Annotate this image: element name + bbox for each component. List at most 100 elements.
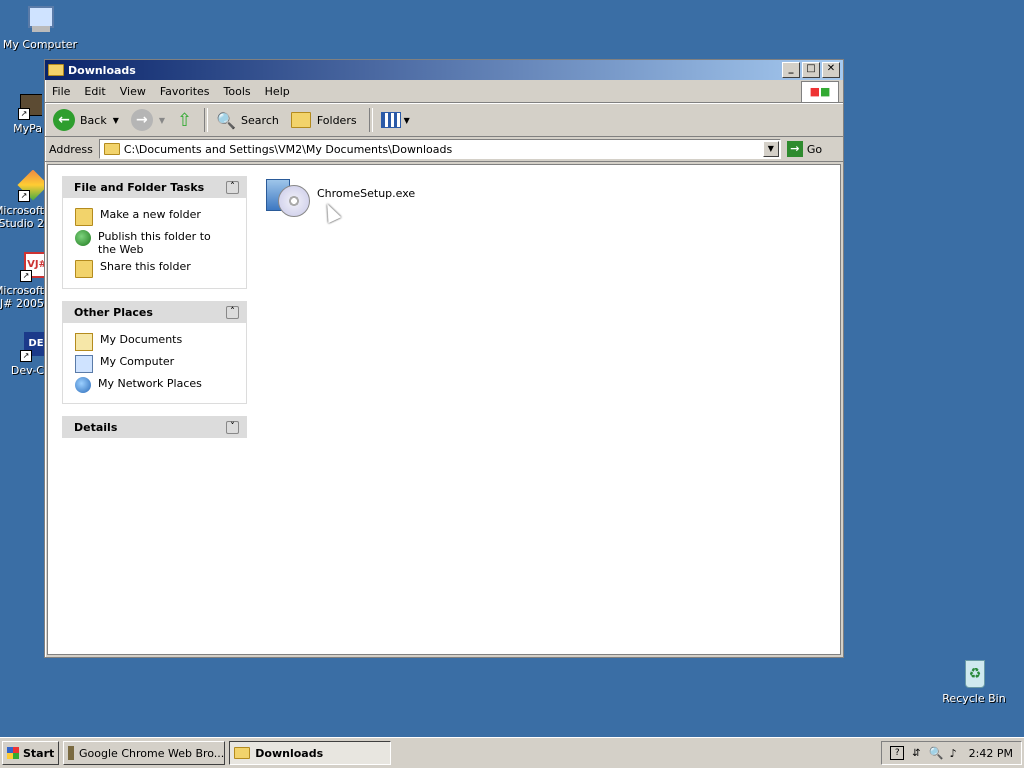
menu-favorites[interactable]: Favorites: [153, 85, 217, 98]
menu-view[interactable]: View: [113, 85, 153, 98]
link-label: Publish this folder to the Web: [98, 230, 211, 256]
desktop-icon-label: My Computer: [2, 38, 78, 51]
visual-studio-icon: ↗: [17, 170, 44, 202]
make-new-folder-link[interactable]: Make a new folder: [75, 208, 246, 226]
link-label: My Documents: [100, 333, 183, 346]
network-icon[interactable]: ⇵: [912, 748, 920, 759]
windows-logo-icon: [7, 747, 19, 759]
installer-cd-icon: [264, 169, 312, 217]
expand-icon[interactable]: ˅: [226, 420, 239, 434]
folder-icon: [234, 747, 251, 759]
network-icon: [75, 377, 91, 393]
search-button[interactable]: 🔍 Search: [212, 109, 283, 132]
devcpp-icon: DE ↗: [20, 330, 44, 362]
computer-icon: [75, 355, 93, 373]
panel-header[interactable]: Details ˅: [62, 416, 247, 438]
my-network-places-link[interactable]: My Network Places: [75, 377, 246, 393]
menu-file[interactable]: File: [45, 85, 77, 98]
desktop-icon-jsharp[interactable]: VJ# ↗ Microsoft J# 2005: [0, 250, 44, 310]
details-panel: Details ˅: [62, 416, 247, 438]
toolbar-separator: [204, 108, 209, 132]
forward-button[interactable]: → ▼: [127, 107, 169, 133]
panel-title: Details: [74, 420, 118, 434]
address-dropdown-button[interactable]: ▼: [762, 141, 779, 157]
go-arrow-icon: →: [786, 141, 803, 157]
task-label: Google Chrome Web Bro...: [79, 746, 225, 760]
desktop-icon-mypa[interactable]: ↗ MyPa: [0, 88, 42, 135]
panel-body: Make a new folder Publish this folder to…: [62, 198, 247, 289]
title-bar[interactable]: Downloads _ □ ✕: [45, 60, 843, 80]
folders-icon: [290, 112, 311, 128]
help-icon[interactable]: ?: [890, 746, 905, 760]
taskbar: Start Google Chrome Web Bro... Downloads…: [0, 737, 1024, 768]
volume-icon[interactable]: ♪: [950, 747, 957, 760]
my-documents-link[interactable]: My Documents: [75, 333, 246, 351]
go-button[interactable]: → Go: [786, 141, 823, 157]
link-label: Make a new folder: [100, 208, 201, 221]
recycle-bin-icon: ♻: [958, 658, 990, 690]
views-icon: [380, 112, 401, 128]
pictures-icon: ↗: [18, 88, 42, 120]
close-button[interactable]: ✕: [822, 62, 840, 78]
toolbar: ← Back ▼ → ▼ ⇧ 🔍 Search Folders ▼: [45, 103, 843, 137]
panel-title: File and Folder Tasks: [74, 180, 205, 194]
search-label: Search: [241, 113, 279, 127]
desktop-icon-visual-studio[interactable]: ↗ Microsoft Studio 2: [0, 170, 44, 230]
desktop-icon-devcpp[interactable]: DE ↗ Dev-C: [0, 330, 44, 377]
panel-title: Other Places: [74, 305, 153, 319]
views-button[interactable]: ▼: [377, 110, 414, 130]
desktop-icon-label: Microsoft Studio 2: [0, 204, 44, 230]
panel-header[interactable]: File and Folder Tasks ˄: [62, 176, 247, 198]
desktop-icon-my-computer[interactable]: My Computer: [0, 4, 80, 51]
address-value: C:\Documents and Settings\VM2\My Documen…: [123, 142, 453, 156]
address-label: Address: [49, 142, 93, 156]
search-icon[interactable]: 🔍: [929, 746, 944, 760]
back-button[interactable]: ← Back ▼: [49, 107, 123, 133]
maximize-button[interactable]: □: [802, 62, 820, 78]
desktop-icon-label: Dev-C: [10, 364, 44, 377]
taskbar-item-downloads[interactable]: Downloads: [229, 741, 392, 765]
taskbar-item-chrome[interactable]: Google Chrome Web Bro...: [63, 741, 226, 765]
share-folder-link[interactable]: Share this folder: [75, 260, 246, 278]
task-label: Downloads: [255, 746, 324, 760]
chevron-down-icon[interactable]: ▼: [159, 116, 165, 125]
minimize-button[interactable]: _: [782, 62, 800, 78]
content-area: File and Folder Tasks ˄ Make a new folde…: [47, 164, 841, 655]
publish-folder-link[interactable]: Publish this folder to the Web: [75, 230, 246, 256]
explorer-window: Downloads _ □ ✕ File Edit View Favorites…: [44, 59, 844, 658]
globe-icon: [75, 230, 91, 246]
desktop-icon-recycle-bin[interactable]: ♻ Recycle Bin: [934, 658, 1014, 705]
back-arrow-icon: ←: [53, 109, 75, 131]
toolbar-separator: [368, 108, 373, 132]
file-item[interactable]: ChromeSetup.exe: [264, 169, 415, 217]
folder-icon: [48, 64, 64, 76]
chevron-down-icon[interactable]: ▼: [113, 116, 119, 125]
jsharp-icon: VJ# ↗: [20, 250, 44, 282]
panel-body: My Documents My Computer My Network Plac…: [62, 323, 247, 404]
search-icon: 🔍: [216, 110, 237, 130]
file-folder-tasks-panel: File and Folder Tasks ˄ Make a new folde…: [62, 176, 247, 289]
folder-icon: [103, 143, 120, 155]
my-computer-link[interactable]: My Computer: [75, 355, 246, 373]
back-label: Back: [80, 113, 107, 127]
folders-button[interactable]: Folders: [287, 110, 361, 130]
forward-arrow-icon: →: [130, 109, 153, 131]
panel-header[interactable]: Other Places ˄: [62, 301, 247, 323]
desktop-icon-label: Microsoft J# 2005: [0, 284, 44, 310]
collapse-icon[interactable]: ˄: [226, 180, 239, 194]
up-folder-icon: ⇧: [177, 109, 193, 131]
start-button[interactable]: Start: [2, 741, 60, 765]
address-bar: Address C:\Documents and Settings\VM2\My…: [45, 137, 843, 162]
up-folder-button[interactable]: ⇧: [173, 108, 196, 133]
documents-icon: [75, 333, 93, 351]
menu-bar: File Edit View Favorites Tools Help ■■: [45, 80, 843, 103]
new-folder-icon: [75, 208, 93, 226]
menu-help[interactable]: Help: [258, 85, 297, 98]
address-input[interactable]: C:\Documents and Settings\VM2\My Documen…: [98, 139, 781, 159]
collapse-icon[interactable]: ˄: [226, 305, 239, 319]
link-label: My Computer: [100, 355, 175, 368]
menu-tools[interactable]: Tools: [217, 85, 258, 98]
go-label: Go: [806, 142, 823, 156]
menu-edit[interactable]: Edit: [77, 85, 112, 98]
other-places-panel: Other Places ˄ My Documents My Computer …: [62, 301, 247, 404]
